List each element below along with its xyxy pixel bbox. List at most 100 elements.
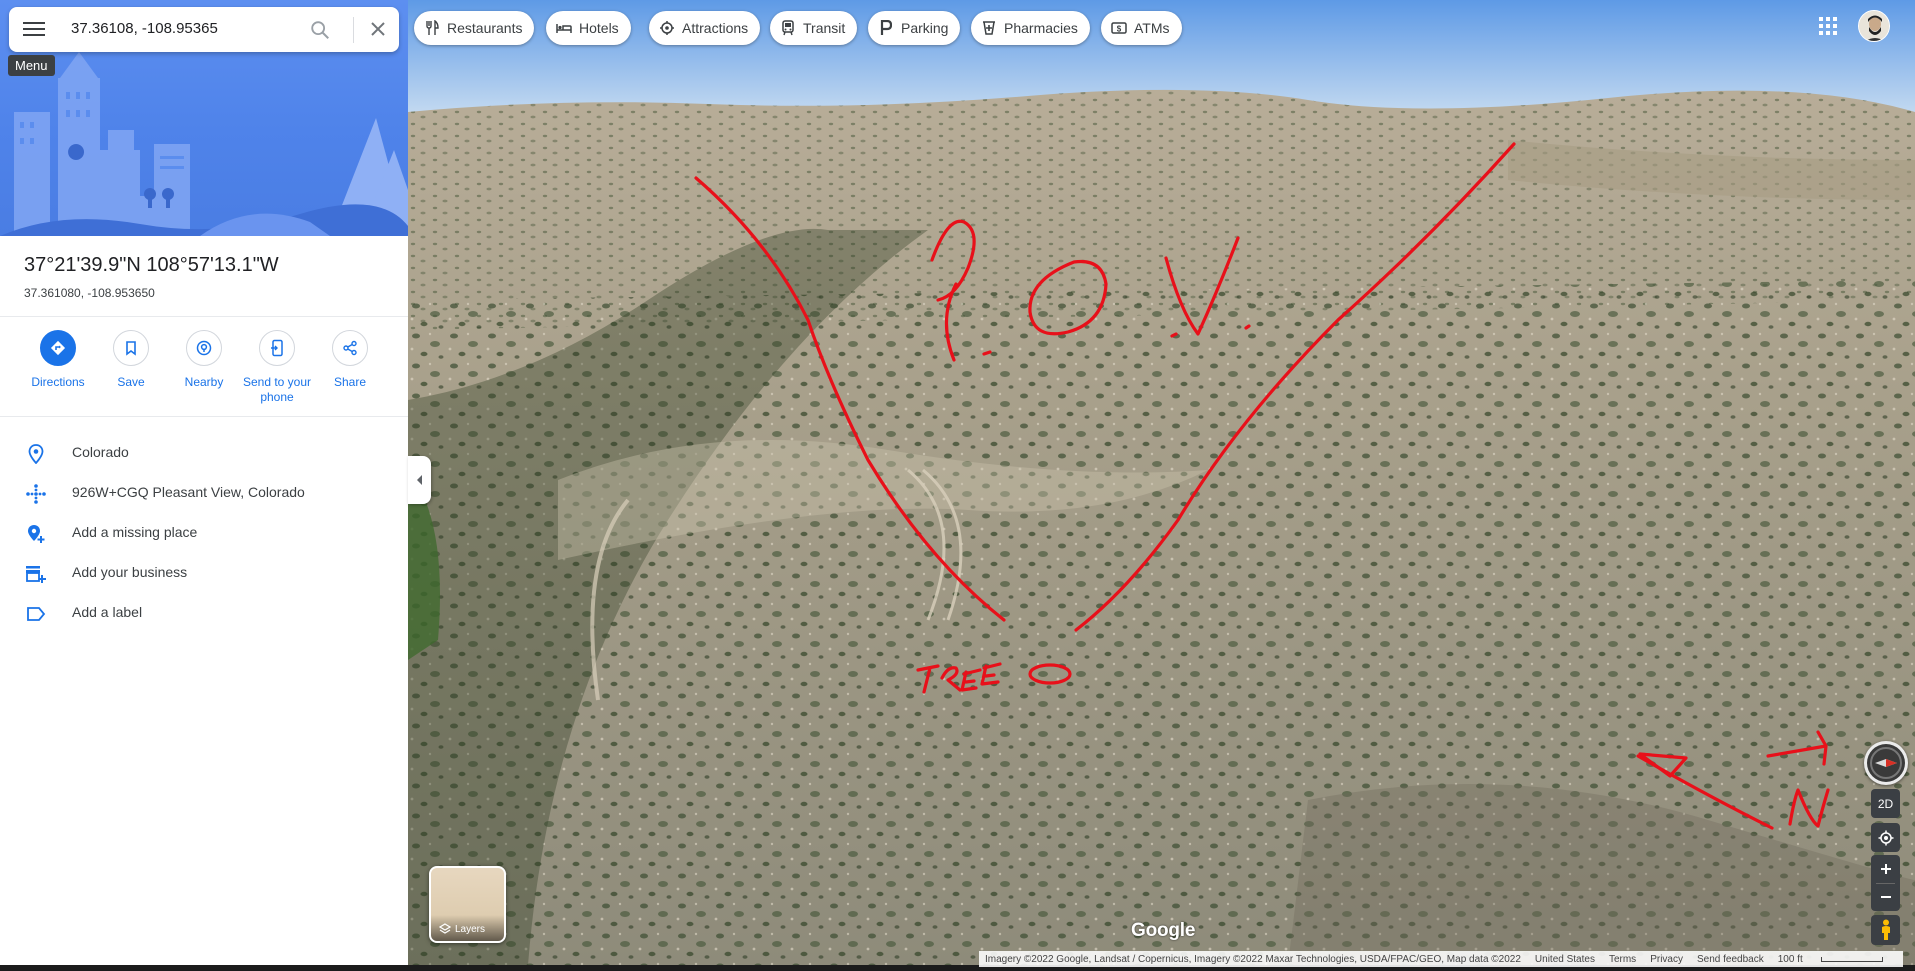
pegman-icon [1881, 919, 1890, 940]
zoom-in-button[interactable] [1871, 855, 1900, 883]
scale-bar[interactable]: 100 ft [1778, 954, 1897, 965]
hotel-icon [556, 24, 572, 33]
chip-restaurants[interactable]: Restaurants [414, 11, 535, 45]
my-location-button[interactable] [1871, 823, 1900, 852]
share-button[interactable]: Share [314, 330, 386, 390]
close-icon[interactable] [369, 20, 387, 38]
send-to-phone-button[interactable]: Send to your phone [241, 330, 313, 405]
view-2d-toggle[interactable]: 2D [1871, 789, 1900, 818]
scale-label: 100 ft [1777, 953, 1803, 965]
chip-hotels[interactable]: Hotels [546, 11, 631, 45]
chip-label: Parking [901, 20, 949, 36]
pov-letter-v [1164, 236, 1240, 336]
add-business-text: Add your business [72, 564, 188, 580]
location-pin-icon [28, 444, 44, 464]
pov-dot [1170, 332, 1178, 338]
pov-dot-2 [1244, 324, 1251, 330]
bookmark-icon [126, 341, 136, 356]
list-item-add-business[interactable]: Add your business [0, 552, 408, 592]
plus-code-icon [26, 484, 46, 504]
region-text: Colorado [72, 444, 129, 460]
share-icon [343, 340, 357, 356]
tree-marker-circle [1028, 663, 1072, 685]
plus-icon [1880, 864, 1891, 874]
chip-attractions[interactable]: Attractions [649, 11, 761, 45]
zoom-control [1871, 855, 1900, 911]
chevron-left-icon [416, 475, 422, 485]
minus-icon [1880, 896, 1891, 898]
place-title: 37°21'39.9"N 108°57'13.1"W [24, 254, 279, 276]
nearby-button[interactable]: Nearby [168, 330, 240, 390]
imagery-attribution: Imagery ©2022 Google, Landsat / Copernic… [985, 953, 1521, 965]
chip-label: Restaurants [447, 20, 523, 36]
list-item-region[interactable]: Colorado [0, 432, 408, 472]
pov-cone-left-line [694, 176, 1006, 622]
nearby-label: Nearby [184, 375, 224, 389]
chip-atms[interactable]: $ ATMs [1101, 11, 1182, 45]
chip-label: ATMs [1134, 20, 1170, 36]
directions-label: Directions [31, 375, 85, 389]
tree-letters [916, 662, 1002, 694]
search-box[interactable]: 37.36108, -108.95365 [9, 7, 399, 52]
transit-icon [782, 20, 794, 36]
pov-letter-p [930, 219, 976, 362]
chip-label: Pharmacies [1004, 20, 1078, 36]
country-link[interactable]: United States [1535, 954, 1595, 965]
add-place-text: Add a missing place [72, 524, 198, 540]
add-business-icon [26, 566, 46, 583]
list-item-plus-code[interactable]: 926W+CGQ Pleasant View, Colorado [0, 472, 408, 512]
send-feedback-link[interactable]: Send feedback [1697, 954, 1764, 965]
divider [0, 316, 408, 317]
map-3d-view[interactable] [408, 0, 1915, 965]
attractions-icon [660, 21, 674, 35]
google-watermark: Google [1131, 920, 1196, 941]
street-view-pegman[interactable] [1871, 915, 1900, 945]
menu-icon[interactable] [23, 19, 45, 39]
place-decimal-coordinates[interactable]: 37.361080, -108.953650 [24, 286, 155, 300]
chip-label: Attractions [682, 20, 749, 36]
privacy-link[interactable]: Privacy [1650, 954, 1683, 965]
search-icon[interactable] [309, 19, 331, 41]
save-label: Save [117, 375, 145, 389]
search-input[interactable]: 37.36108, -108.95365 [71, 20, 218, 37]
search-divider [353, 17, 354, 43]
compass-icon [1870, 747, 1902, 779]
layers-button[interactable]: Layers [429, 866, 506, 943]
pov-dot-3 [982, 350, 992, 356]
directions-icon [50, 340, 66, 356]
svg-text:$: $ [1117, 25, 1122, 34]
label-icon [27, 607, 46, 621]
pharmacy-icon [983, 21, 995, 35]
google-apps-icon[interactable] [1818, 16, 1838, 36]
list-item-add-label[interactable]: Add a label [0, 592, 408, 632]
north-arrow-head [1638, 752, 1688, 778]
restaurant-icon [426, 20, 439, 35]
north-letter [1788, 788, 1830, 828]
share-label: Share [333, 375, 367, 389]
parking-icon [880, 20, 892, 35]
pov-letter-o [1028, 259, 1108, 336]
nearby-icon [196, 340, 212, 356]
layers-icon [439, 923, 451, 934]
arrow-to-compass [1766, 730, 1828, 766]
layers-label: Layers [455, 924, 486, 935]
directions-button[interactable]: Directions [22, 330, 94, 390]
terms-link[interactable]: Terms [1609, 954, 1636, 965]
save-button[interactable]: Save [95, 330, 167, 390]
plus-code-text: 926W+CGQ Pleasant View, Colorado [72, 484, 305, 500]
chip-transit[interactable]: Transit [770, 11, 858, 45]
sidebar: 37.36108, -108.95365 Menu 37°21'39.9"N 1… [0, 0, 408, 965]
chip-parking[interactable]: Parking [868, 11, 961, 45]
chip-pharmacies[interactable]: Pharmacies [971, 11, 1090, 45]
account-avatar[interactable] [1858, 10, 1890, 42]
list-item-add-place[interactable]: Add a missing place [0, 512, 408, 552]
add-place-icon [28, 525, 45, 543]
send-to-phone-icon [271, 339, 283, 357]
divider [0, 416, 408, 417]
zoom-out-button[interactable] [1871, 883, 1900, 911]
pov-cone-right-line [1074, 142, 1516, 632]
collapse-side-panel-button[interactable] [408, 456, 431, 504]
chip-label: Transit [803, 20, 846, 36]
compass-control[interactable] [1864, 741, 1908, 785]
add-label-text: Add a label [72, 604, 143, 620]
